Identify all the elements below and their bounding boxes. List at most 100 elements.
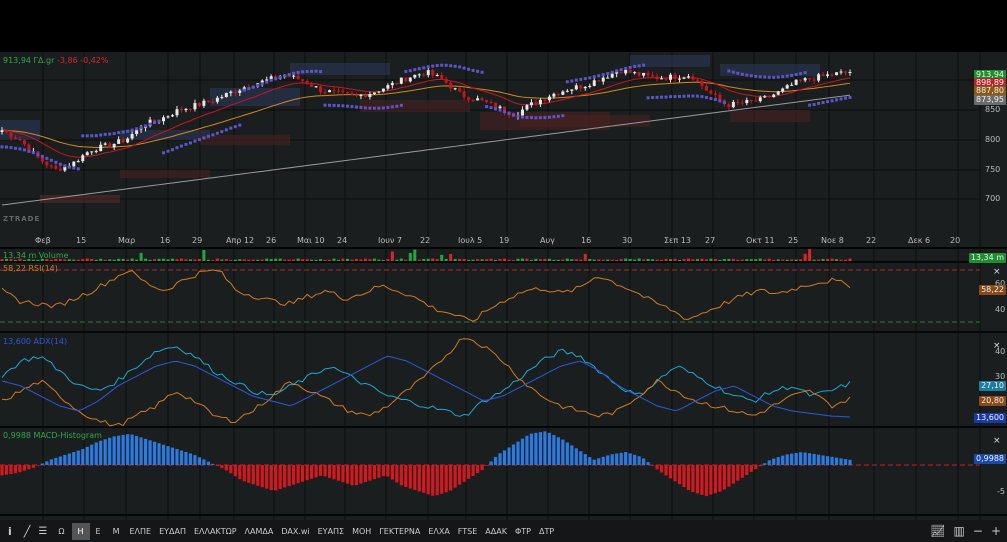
volume-bar [704, 259, 708, 261]
x-axis-label: Δεκ 6 [908, 236, 931, 245]
volume-bar [399, 258, 403, 261]
volume-bar [13, 259, 17, 261]
volume-bar [781, 259, 785, 261]
period-button[interactable]: Ω [51, 523, 71, 540]
macd-histogram-bar [772, 458, 776, 465]
parabolic-sar-dot [812, 102, 816, 106]
parabolic-sar-dot [808, 103, 812, 107]
parabolic-sar-dot [170, 148, 174, 152]
volume-bar [301, 259, 305, 261]
macd-histogram-bar [283, 465, 287, 488]
indicators-icon[interactable]: ☰ [34, 523, 51, 540]
volume-bar [449, 253, 453, 261]
bar-chart-icon[interactable]: ▥ [954, 524, 965, 538]
volume-bar [319, 259, 323, 261]
candle [162, 117, 166, 122]
volume-bar [431, 258, 435, 261]
macd-histogram-bar [117, 435, 121, 465]
candle [413, 74, 417, 78]
candle [22, 140, 26, 145]
symbol-button[interactable]: ΛΑΜΔΑ [241, 523, 278, 540]
parabolic-sar-dot [754, 74, 758, 78]
candle [606, 77, 610, 79]
period-button-active[interactable]: Η [71, 522, 90, 540]
parabolic-sar-dot [731, 70, 735, 74]
draw-line-icon[interactable]: ╱ [20, 523, 35, 540]
close-rsi-icon[interactable]: × [993, 267, 1001, 277]
x-axis-label: Ιουν 7 [378, 236, 402, 245]
symbol-button[interactable]: ΕΛΠΕ [125, 523, 155, 540]
symbol-button[interactable]: FTSE [454, 523, 481, 540]
candle [754, 100, 758, 102]
symbol-button[interactable]: ΔΤΡ [535, 523, 558, 540]
candle [848, 72, 852, 74]
chart-canvas[interactable] [0, 0, 1007, 520]
symbol-button[interactable]: ΕΛΧΑ [424, 523, 453, 540]
macd-histogram-bar [175, 449, 179, 465]
parabolic-sar-dot [467, 67, 471, 71]
candle [835, 72, 839, 76]
candle [494, 102, 498, 109]
volume-bar [776, 259, 780, 261]
macd-histogram-bar [251, 465, 255, 485]
parabolic-sar-dot [94, 134, 98, 138]
volume-bar [404, 259, 408, 261]
parabolic-sar-dot [0, 145, 4, 149]
symbol-button[interactable]: DAX.wi [277, 523, 313, 540]
symbol-button[interactable]: ΕΛΛΑΚΤΩΡ [190, 523, 241, 540]
period-button[interactable]: Ε [90, 523, 107, 540]
macd-histogram-bar [215, 465, 219, 466]
macd-histogram-bar [534, 432, 538, 465]
candle [785, 85, 789, 89]
parabolic-sar-dot [67, 165, 71, 169]
symbol-button[interactable]: ΑΔΑΚ [481, 523, 511, 540]
parabolic-sar-dot [633, 64, 637, 68]
parabolic-sar-dot [736, 71, 740, 75]
period-button[interactable]: Μ [107, 523, 126, 540]
parabolic-sar-dot [233, 125, 237, 129]
parabolic-sar-dot [444, 63, 448, 67]
macd-histogram-bar [157, 443, 161, 465]
zoom-out-icon[interactable]: − [973, 524, 983, 538]
macd-histogram-bar [597, 458, 601, 465]
macd-histogram-bar [170, 447, 175, 465]
symbol-button[interactable]: ΜΟΗ [348, 523, 375, 540]
parabolic-sar-dot [426, 65, 430, 69]
chart-type-icon[interactable]: 📈︎ [930, 524, 945, 538]
macd-histogram-bar [763, 463, 767, 465]
macd-histogram-bar [650, 465, 655, 466]
parabolic-sar-dot [139, 125, 143, 129]
macd-histogram-bar [507, 447, 511, 465]
rsi-line [1, 269, 851, 322]
candle [54, 165, 58, 169]
info-icon[interactable]: i [0, 523, 20, 540]
candle [660, 78, 664, 80]
symbol-button[interactable]: ΓΕΚΤΕΡΝΑ [375, 523, 424, 540]
macd-axis-label: -5 [997, 487, 1005, 496]
parabolic-sar-dot [817, 101, 821, 105]
volume-bar [81, 259, 85, 261]
parabolic-sar-dot [642, 63, 646, 67]
macd-histogram-bar [843, 459, 848, 465]
zoom-in-icon[interactable]: + [991, 524, 1001, 538]
macd-histogram-bar [103, 439, 107, 465]
volume-bar [592, 259, 596, 261]
symbol-button[interactable]: ΕΥΑΠΣ [314, 523, 348, 540]
candle [767, 96, 771, 98]
parabolic-sar-dot [413, 68, 417, 72]
x-axis-label: 25 [788, 236, 799, 245]
volume-bar [76, 259, 80, 261]
candle [130, 133, 134, 139]
macd-histogram-bar [431, 465, 435, 496]
parabolic-sar-dot [242, 88, 246, 92]
volume-bar [108, 259, 112, 261]
close-macd-icon[interactable]: × [993, 436, 1001, 446]
candle [72, 161, 76, 167]
candle [651, 75, 655, 77]
candle [655, 76, 659, 80]
symbol-button[interactable]: ΦΤΡ [511, 523, 535, 540]
macd-histogram-bar [727, 465, 731, 487]
parabolic-sar-dot [785, 74, 789, 78]
volume-bar [287, 259, 291, 261]
symbol-button[interactable]: ΕΥΔΑΠ [155, 523, 190, 540]
